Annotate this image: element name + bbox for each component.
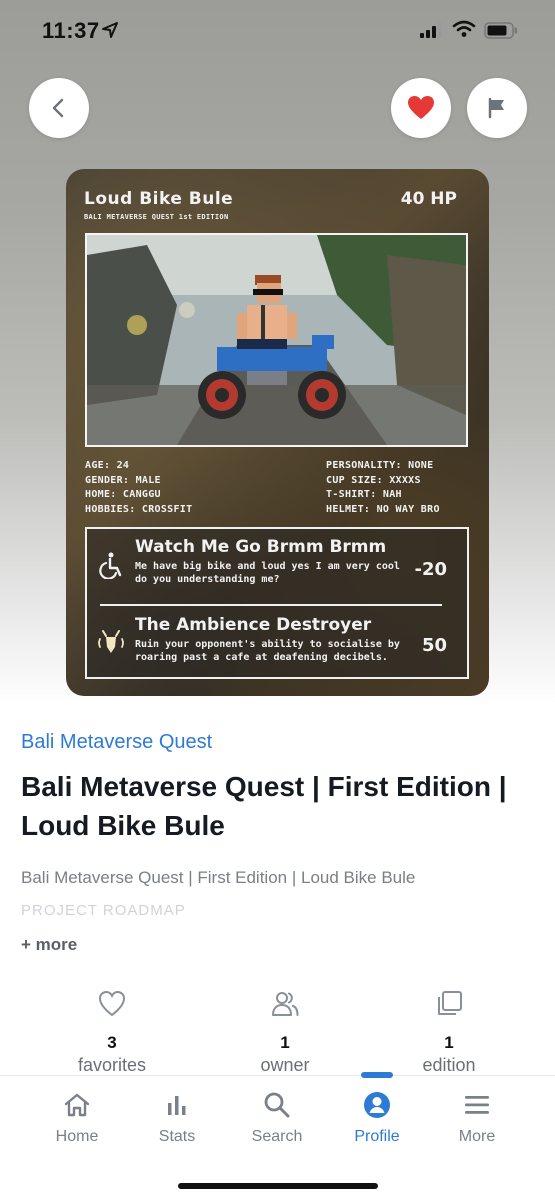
card-name: Loud Bike Bule: [84, 189, 234, 209]
show-more-button[interactable]: + more: [21, 935, 77, 955]
description-faded-line: PROJECT ROADMAP: [21, 902, 186, 918]
copies-icon: [438, 991, 462, 1015]
back-button[interactable]: [29, 78, 89, 138]
people-icon: [272, 992, 299, 1016]
edition-count: 1: [444, 1033, 454, 1052]
card-artwork: [85, 233, 468, 447]
stat-age: AGE: 24: [85, 460, 130, 471]
edition-label: edition: [422, 1055, 476, 1075]
move-2-name: The Ambience Destroyer: [135, 615, 372, 635]
card-stats-right: PERSONALITY: NONE CUP SIZE: XXXXS T-SHIR…: [326, 459, 440, 517]
tab-home-label: Home: [55, 1128, 99, 1145]
heart-icon: [408, 96, 434, 119]
card-moves: Watch Me Go Brmm Brmm Me have big bike a…: [85, 527, 469, 679]
home-indicator: [178, 1183, 378, 1189]
bottom-tab-bar: Home Stats Search Profile More: [0, 1072, 555, 1200]
tab-more[interactable]: More: [437, 1090, 517, 1146]
move-2-damage: 50: [421, 635, 447, 656]
edition-counter[interactable]: 1 edition: [379, 985, 519, 1076]
active-tab-indicator: [361, 1072, 393, 1078]
loud-bull-icon: [98, 630, 124, 653]
tab-search[interactable]: Search: [237, 1090, 317, 1146]
status-bar: 11:37: [0, 0, 555, 62]
stat-gender: GENDER: MALE: [85, 474, 161, 486]
owner-count: 1: [280, 1033, 290, 1052]
card-hp: 40 HP: [400, 189, 457, 209]
favorites-counter[interactable]: 3 favorites: [42, 985, 182, 1076]
item-title: Bali Metaverse Quest | First Edition | L…: [21, 771, 507, 841]
report-button[interactable]: [467, 78, 527, 138]
move-1-desc: Me have big bike and loud yes I am very …: [135, 561, 400, 585]
favorites-count: 3: [107, 1033, 117, 1052]
flag-icon: [488, 97, 504, 119]
stat-home: HOME: CANGGU: [85, 489, 161, 500]
item-counters: 3 favorites 1 owner 1 edition: [0, 985, 555, 1075]
tab-more-label: More: [458, 1128, 496, 1145]
stat-cup-size: CUP SIZE: XXXXS: [326, 474, 421, 486]
stat-tshirt: T-SHIRT: NAH: [326, 489, 402, 500]
search-icon: [264, 1092, 290, 1118]
chevron-left-icon: [52, 98, 64, 118]
tab-stats[interactable]: Stats: [137, 1090, 217, 1146]
owner-counter[interactable]: 1 owner: [215, 985, 355, 1076]
nft-card[interactable]: Loud Bike Bule BALI METAVERSE QUEST 1st …: [66, 169, 489, 696]
tab-profile[interactable]: Profile: [337, 1090, 417, 1146]
cellular-signal-icon: [420, 22, 442, 38]
favorites-label: favorites: [77, 1055, 147, 1075]
tab-stats-label: Stats: [158, 1128, 196, 1145]
profile-icon: [364, 1092, 390, 1118]
owner-label: owner: [260, 1055, 310, 1075]
move-1-name: Watch Me Go Brmm Brmm: [135, 537, 387, 557]
stat-helmet: HELMET: NO WAY BRO: [326, 503, 440, 515]
stats-icon: [168, 1096, 186, 1115]
move-1-damage: -20: [414, 559, 447, 580]
collection-link[interactable]: Bali Metaverse Quest: [21, 731, 212, 754]
home-icon: [64, 1093, 90, 1117]
stat-hobbies: HOBBIES: CROSSFIT: [85, 503, 193, 515]
battery-icon: [484, 22, 517, 39]
location-arrow-icon: [102, 22, 118, 38]
item-description: Bali Metaverse Quest | First Edition | L…: [21, 868, 416, 887]
move-2-desc: Ruin your opponent's ability to socialis…: [135, 639, 400, 663]
favorite-button[interactable]: [391, 78, 451, 138]
wifi-icon: [452, 20, 476, 37]
status-time: 11:37: [42, 18, 100, 43]
card-stats-left: AGE: 24 GENDER: MALE HOME: CANGGU HOBBIE…: [85, 459, 192, 517]
card-subtitle: BALI METAVERSE QUEST 1st EDITION: [84, 213, 229, 221]
tab-search-label: Search: [251, 1128, 303, 1145]
stat-personality: PERSONALITY: NONE: [326, 460, 434, 471]
moves-divider: [100, 604, 442, 606]
heart-outline-icon: [98, 990, 126, 1017]
wheelchair-icon: [99, 552, 122, 579]
biker-pixel-art: [87, 235, 466, 445]
tab-profile-label: Profile: [354, 1128, 400, 1145]
menu-icon: [465, 1096, 489, 1114]
tab-home[interactable]: Home: [37, 1090, 117, 1146]
